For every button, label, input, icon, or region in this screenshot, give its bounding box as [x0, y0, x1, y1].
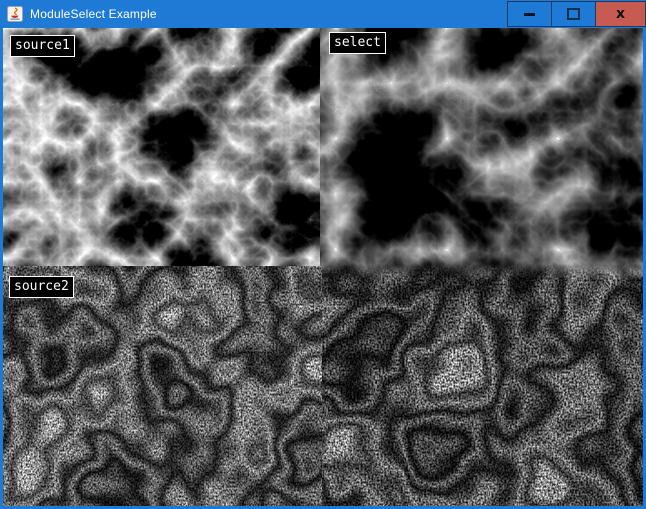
app-window: ModuleSelect Example x source1 — [0, 0, 646, 509]
maximize-button[interactable] — [551, 1, 596, 27]
source2-label: source2 — [9, 276, 74, 298]
source2-panel-texture — [3, 266, 322, 506]
titlebar[interactable]: ModuleSelect Example x — [0, 0, 646, 28]
maximize-icon — [567, 8, 580, 20]
window-title: ModuleSelect Example — [30, 0, 157, 28]
noise-viewport: source1 select source2 — [3, 28, 643, 506]
select-label: select — [329, 32, 386, 54]
source1-label: source1 — [10, 35, 75, 57]
window-controls: x — [507, 1, 646, 27]
source1-panel-texture — [3, 28, 320, 266]
close-icon: x — [616, 7, 625, 21]
minimize-button[interactable] — [507, 1, 552, 27]
minimize-icon — [524, 13, 535, 16]
close-button[interactable]: x — [595, 1, 646, 27]
java-app-icon — [7, 6, 23, 22]
